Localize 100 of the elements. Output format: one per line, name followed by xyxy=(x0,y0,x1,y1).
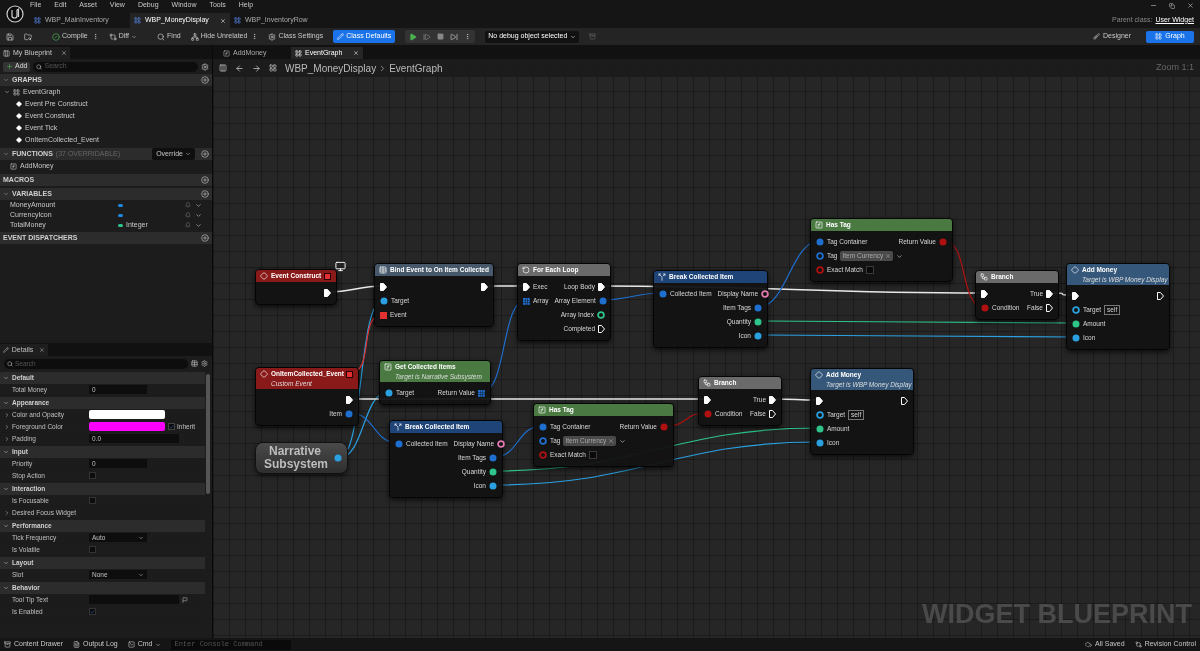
color-swatch[interactable] xyxy=(89,410,165,419)
data-pin-icon[interactable] xyxy=(395,440,403,448)
exec-pin-icon[interactable] xyxy=(598,325,605,333)
exec-pin-icon[interactable] xyxy=(324,289,331,297)
settings-icon[interactable] xyxy=(201,360,208,367)
exec-pin-icon[interactable] xyxy=(1157,292,1164,300)
data-pin-icon[interactable] xyxy=(754,304,762,312)
data-pin-icon[interactable] xyxy=(539,437,547,445)
data-pin-icon[interactable] xyxy=(1072,306,1080,314)
color-swatch[interactable] xyxy=(89,422,165,431)
array-pin-icon[interactable] xyxy=(523,297,530,305)
checkbox[interactable] xyxy=(588,451,597,459)
data-pin-icon[interactable] xyxy=(816,238,824,246)
data-pin-icon[interactable] xyxy=(497,440,505,448)
exec-pin-icon[interactable] xyxy=(598,283,605,291)
graph-canvas[interactable] xyxy=(213,59,1200,638)
add-icon[interactable] xyxy=(201,176,209,184)
exec-pin-icon[interactable] xyxy=(901,397,908,405)
expander-icon[interactable] xyxy=(4,435,10,442)
expander-icon[interactable] xyxy=(4,509,10,516)
save-icon[interactable] xyxy=(6,32,14,41)
settings-icon[interactable] xyxy=(201,62,209,71)
exec-pin-icon[interactable] xyxy=(981,290,988,298)
exec-pin-icon[interactable] xyxy=(346,396,353,404)
play-icon[interactable] xyxy=(409,32,418,41)
remove-icon[interactable] xyxy=(608,438,615,444)
data-pin-icon[interactable] xyxy=(489,468,497,476)
data-pin-icon[interactable] xyxy=(489,454,497,462)
flag-icon[interactable] xyxy=(182,596,188,603)
engine-logo-icon[interactable] xyxy=(6,5,24,23)
scrollbar[interactable] xyxy=(206,374,210,494)
expander-icon[interactable] xyxy=(4,423,10,430)
data-pin-icon[interactable] xyxy=(659,290,667,298)
view-icon[interactable] xyxy=(219,64,227,72)
exec-pin-icon[interactable] xyxy=(1046,304,1053,312)
caret-icon xyxy=(131,33,138,40)
data-pin-icon[interactable] xyxy=(345,410,353,418)
add-icon[interactable] xyxy=(201,234,209,242)
exec-pin-icon[interactable] xyxy=(380,283,387,291)
checkbox[interactable] xyxy=(865,266,874,274)
checkbox[interactable] xyxy=(89,546,96,553)
expander-icon[interactable] xyxy=(3,151,9,157)
data-pin-icon[interactable] xyxy=(816,425,824,433)
expander-icon[interactable] xyxy=(3,77,9,83)
data-pin-icon[interactable] xyxy=(816,411,824,419)
data-pin-icon[interactable] xyxy=(754,318,762,326)
add-icon[interactable] xyxy=(201,190,209,198)
data-pin-icon[interactable] xyxy=(380,297,388,305)
close-icon[interactable] xyxy=(1187,2,1194,9)
checkbox[interactable] xyxy=(168,423,175,430)
data-pin-icon[interactable] xyxy=(489,482,497,490)
browse-icon[interactable] xyxy=(24,32,32,41)
exec-pin-icon[interactable] xyxy=(1046,290,1053,298)
text-field[interactable] xyxy=(89,595,179,604)
data-pin-icon[interactable] xyxy=(334,454,342,462)
expander-icon[interactable] xyxy=(4,411,10,418)
exec-pin-icon[interactable] xyxy=(704,396,711,404)
add-icon[interactable] xyxy=(201,76,209,84)
data-pin-icon[interactable] xyxy=(816,252,824,260)
restore-icon[interactable] xyxy=(1169,2,1175,9)
exec-pin-icon[interactable] xyxy=(1072,292,1079,300)
data-pin-icon[interactable] xyxy=(761,290,769,298)
dropdown-icon[interactable] xyxy=(896,252,904,260)
delegate-pin-icon[interactable] xyxy=(380,311,387,319)
minimize-icon[interactable] xyxy=(1150,2,1157,9)
checkbox[interactable] xyxy=(89,497,96,504)
step-icon[interactable] xyxy=(423,32,432,41)
exec-pin-icon[interactable] xyxy=(816,397,823,405)
checkbox[interactable] xyxy=(89,472,96,479)
data-pin-icon[interactable] xyxy=(816,439,824,447)
delegate-pin-icon[interactable] xyxy=(323,272,331,280)
data-pin-icon[interactable] xyxy=(385,389,393,397)
data-pin-icon[interactable] xyxy=(1072,334,1080,342)
checkbox[interactable] xyxy=(89,608,96,615)
data-pin-icon[interactable] xyxy=(539,423,547,431)
breadcrumb-item[interactable]: WBP_MoneyDisplay xyxy=(285,60,377,76)
exec-pin-icon[interactable] xyxy=(769,396,776,404)
exec-pin-icon[interactable] xyxy=(523,283,530,291)
expander-icon[interactable] xyxy=(3,191,9,197)
stop-icon[interactable] xyxy=(437,33,445,40)
back-icon[interactable] xyxy=(235,63,244,73)
array-pin-icon[interactable] xyxy=(478,389,485,397)
forward-icon[interactable] xyxy=(252,63,261,73)
close-icon[interactable] xyxy=(61,50,67,56)
blueprint-node[interactable]: Narrative Subsystem xyxy=(255,442,348,474)
exec-pin-icon[interactable] xyxy=(769,410,776,418)
data-pin-icon[interactable] xyxy=(754,332,762,340)
data-pin-icon[interactable] xyxy=(1072,320,1080,328)
close-icon[interactable] xyxy=(39,347,45,353)
dropdown-icon[interactable] xyxy=(619,437,627,445)
breadcrumb-item[interactable]: EventGraph xyxy=(389,60,443,76)
table-icon[interactable] xyxy=(191,360,198,367)
data-pin-icon[interactable] xyxy=(597,311,605,319)
caret-icon xyxy=(570,33,577,40)
expander-icon[interactable] xyxy=(4,89,10,95)
data-pin-icon[interactable] xyxy=(598,297,607,305)
exec-pin-icon[interactable] xyxy=(481,283,488,291)
remove-icon[interactable] xyxy=(885,253,892,259)
add-icon[interactable] xyxy=(201,150,209,158)
delegate-pin-icon[interactable] xyxy=(345,370,353,378)
